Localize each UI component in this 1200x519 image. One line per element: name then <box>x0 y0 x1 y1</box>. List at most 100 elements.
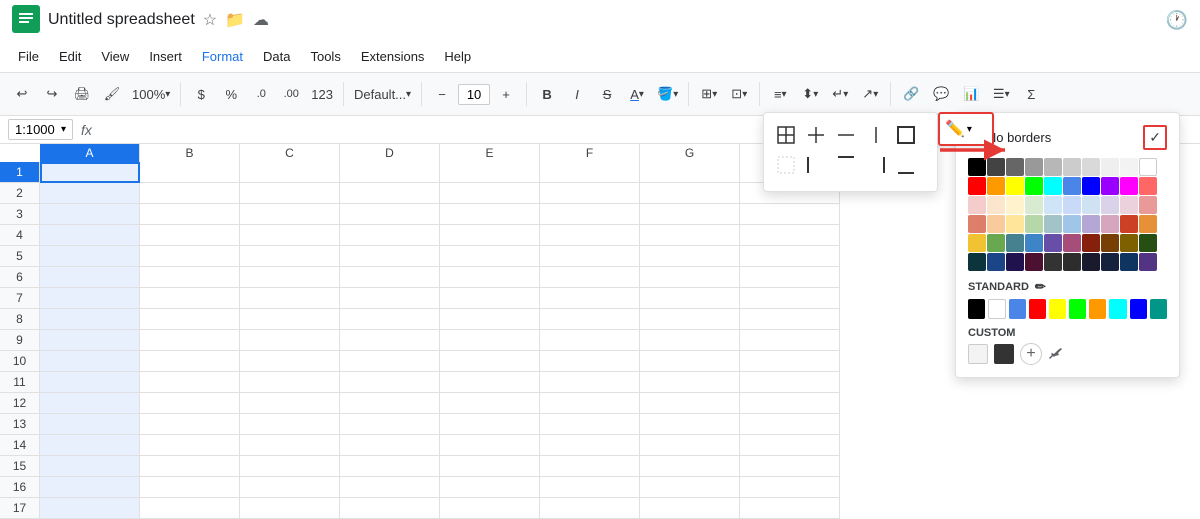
percent-btn[interactable]: % <box>217 80 245 108</box>
row-header-8[interactable]: 8 <box>0 309 40 330</box>
row-header-10[interactable]: 10 <box>0 351 40 372</box>
outer-border-btn[interactable] <box>892 121 920 149</box>
cell-A6[interactable] <box>40 267 140 288</box>
cell-D13[interactable] <box>340 414 440 435</box>
cell-D7[interactable] <box>340 288 440 309</box>
zoom-btn[interactable]: 100% ▾ <box>128 80 174 108</box>
std-cyan[interactable] <box>1109 299 1126 319</box>
cell-D11[interactable] <box>340 372 440 393</box>
cell-A10[interactable] <box>40 351 140 372</box>
cell-B1[interactable] <box>140 162 240 183</box>
cell-C12[interactable] <box>240 393 340 414</box>
color-swatch[interactable] <box>1101 234 1119 252</box>
cell-H14[interactable] <box>740 435 840 456</box>
color-swatch[interactable] <box>1006 234 1024 252</box>
cell-H13[interactable] <box>740 414 840 435</box>
color-swatch[interactable] <box>1063 196 1081 214</box>
italic-btn[interactable]: I <box>563 80 591 108</box>
std-yellow[interactable] <box>1049 299 1066 319</box>
color-swatch[interactable] <box>1044 196 1062 214</box>
cell-C14[interactable] <box>240 435 340 456</box>
cell-H6[interactable] <box>740 267 840 288</box>
cell-B11[interactable] <box>140 372 240 393</box>
cell-D16[interactable] <box>340 477 440 498</box>
cell-A1[interactable] <box>40 162 140 183</box>
color-swatch[interactable] <box>987 234 1005 252</box>
std-white[interactable] <box>988 299 1005 319</box>
menu-insert[interactable]: Insert <box>139 45 192 68</box>
cell-F7[interactable] <box>540 288 640 309</box>
col-header-F[interactable]: F <box>540 144 640 162</box>
paint-format-btn[interactable]: 🖌 <box>98 80 126 108</box>
color-swatch[interactable] <box>1139 253 1157 271</box>
custom-swatch-1[interactable] <box>968 344 988 364</box>
cell-H16[interactable] <box>740 477 840 498</box>
color-swatch[interactable] <box>1025 234 1043 252</box>
color-swatch[interactable] <box>1101 158 1119 176</box>
decimal-dec-btn[interactable]: .0 <box>247 80 275 108</box>
cell-G10[interactable] <box>640 351 740 372</box>
menu-edit[interactable]: Edit <box>49 45 91 68</box>
cell-E5[interactable] <box>440 246 540 267</box>
row-header-6[interactable]: 6 <box>0 267 40 288</box>
color-orange[interactable] <box>987 177 1005 195</box>
valign-btn[interactable]: ⬍▾ <box>796 80 824 108</box>
cell-H15[interactable] <box>740 456 840 477</box>
cell-H10[interactable] <box>740 351 840 372</box>
cell-E3[interactable] <box>440 204 540 225</box>
cell-C9[interactable] <box>240 330 340 351</box>
cell-F15[interactable] <box>540 456 640 477</box>
cell-B9[interactable] <box>140 330 240 351</box>
cell-G14[interactable] <box>640 435 740 456</box>
cell-D12[interactable] <box>340 393 440 414</box>
row-header-9[interactable]: 9 <box>0 330 40 351</box>
wrap-btn[interactable]: ↵▾ <box>826 80 854 108</box>
color-swatch[interactable] <box>1139 196 1157 214</box>
cell-B16[interactable] <box>140 477 240 498</box>
cell-G15[interactable] <box>640 456 740 477</box>
cell-G4[interactable] <box>640 225 740 246</box>
cell-C4[interactable] <box>240 225 340 246</box>
col-header-A[interactable]: A <box>40 144 140 162</box>
cell-H8[interactable] <box>740 309 840 330</box>
checkmark-icon[interactable]: ✓ <box>1149 129 1161 146</box>
color-swatch[interactable] <box>1082 196 1100 214</box>
col-header-D[interactable]: D <box>340 144 440 162</box>
cell-B8[interactable] <box>140 309 240 330</box>
cell-A5[interactable] <box>40 246 140 267</box>
color-swatch[interactable] <box>1101 253 1119 271</box>
row-header-4[interactable]: 4 <box>0 225 40 246</box>
cell-B14[interactable] <box>140 435 240 456</box>
cell-F17[interactable] <box>540 498 640 519</box>
color-red[interactable] <box>968 177 986 195</box>
cell-C17[interactable] <box>240 498 340 519</box>
cell-B13[interactable] <box>140 414 240 435</box>
menu-view[interactable]: View <box>91 45 139 68</box>
undo-btn[interactable]: ↩ <box>8 80 36 108</box>
color-swatch[interactable] <box>1120 253 1138 271</box>
cell-A7[interactable] <box>40 288 140 309</box>
color-swatch[interactable] <box>1139 234 1157 252</box>
cell-C15[interactable] <box>240 456 340 477</box>
decimal-inc-btn[interactable]: .00 <box>277 80 305 108</box>
cell-F9[interactable] <box>540 330 640 351</box>
color-swatch[interactable] <box>1025 215 1043 233</box>
cell-F10[interactable] <box>540 351 640 372</box>
font-size-input[interactable] <box>458 84 490 105</box>
color-purple[interactable] <box>1101 177 1119 195</box>
cell-D4[interactable] <box>340 225 440 246</box>
cell-A9[interactable] <box>40 330 140 351</box>
color-swatch[interactable] <box>968 253 986 271</box>
cell-A12[interactable] <box>40 393 140 414</box>
color-swatch[interactable] <box>1006 253 1024 271</box>
color-swatch[interactable] <box>1025 158 1043 176</box>
row-header-5[interactable]: 5 <box>0 246 40 267</box>
color-swatch[interactable] <box>1101 215 1119 233</box>
color-swatch[interactable] <box>1025 196 1043 214</box>
cell-G2[interactable] <box>640 183 740 204</box>
eyedropper-btn[interactable] <box>1048 346 1064 362</box>
cell-A2[interactable] <box>40 183 140 204</box>
row-header-7[interactable]: 7 <box>0 288 40 309</box>
cell-E4[interactable] <box>440 225 540 246</box>
menu-extensions[interactable]: Extensions <box>351 45 435 68</box>
